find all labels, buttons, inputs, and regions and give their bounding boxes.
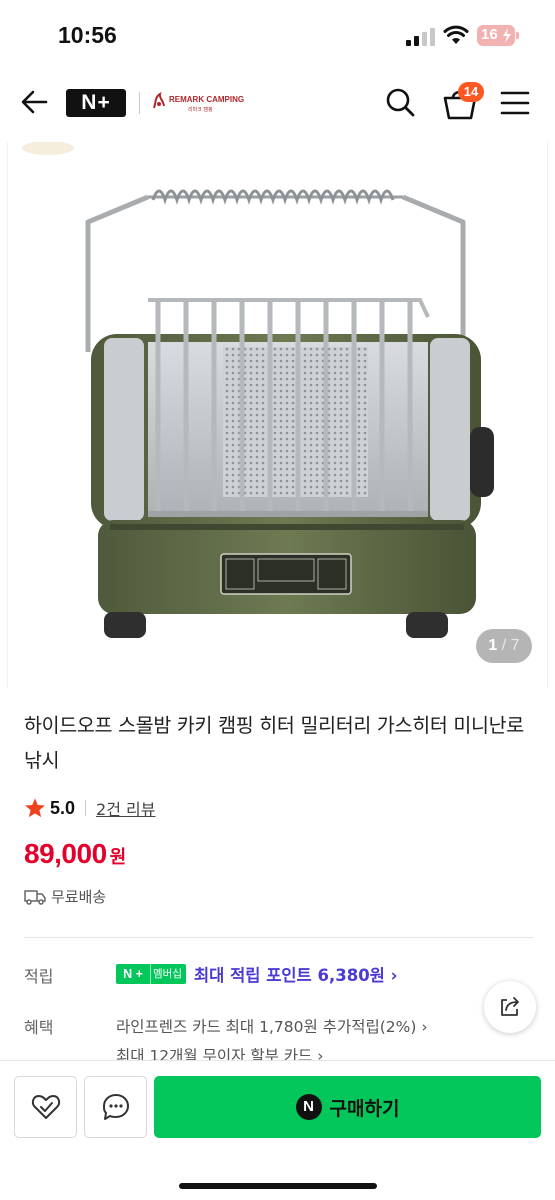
status-time: 10:56: [58, 22, 117, 48]
cart-count-badge: 14: [458, 82, 484, 102]
hamburger-menu-icon[interactable]: [500, 90, 530, 116]
brand-subtitle: 리마크 캠핑: [188, 107, 213, 113]
card-benefit-link[interactable]: 라인프렌즈 카드 최대 1,780원 추가적립(2%) ›: [116, 1015, 428, 1037]
membership-points[interactable]: N + 멤버십 최대 적립 포인트 6,380원 ›: [116, 962, 397, 986]
status-bar: 10:56 16: [0, 0, 555, 70]
npay-icon: N: [295, 1094, 322, 1120]
shipping-info: 무료배송: [24, 886, 106, 907]
benefit-label: 혜택: [24, 1018, 54, 1037]
nplus-badge: N +: [116, 964, 150, 984]
brand-name: REMARK CAMPING: [169, 95, 245, 104]
max-points-link[interactable]: 최대 적립 포인트 6,380원 ›: [194, 962, 397, 986]
image-page-separator: /: [497, 637, 511, 654]
review-count-link[interactable]: 2건 리뷰: [96, 796, 155, 820]
share-icon: [501, 997, 519, 1016]
membership-tag: 멤버십: [150, 964, 186, 984]
battery-icon: 16: [477, 25, 519, 46]
nplus-store-logo[interactable]: N+: [66, 89, 126, 117]
shipping-text: 무료배송: [51, 888, 107, 906]
battery-level: 16: [481, 26, 498, 43]
heart-check-icon: [31, 1095, 61, 1119]
wifi-icon: [443, 25, 469, 44]
buy-label: 구매하기: [329, 1097, 400, 1120]
logo-divider: [139, 92, 140, 114]
product-title: 하이드오프 스몰밤 카키 캠핑 히터 밀리터리 가스히터 미니난로 낚시: [24, 714, 524, 772]
product-image-gallery[interactable]: [7, 142, 548, 689]
bottom-action-bar: N 구매하기: [0, 1060, 555, 1200]
wishlist-button[interactable]: [14, 1076, 77, 1138]
search-icon[interactable]: [384, 86, 416, 118]
buy-button[interactable]: N 구매하기: [154, 1076, 541, 1138]
brand-mark-icon: [153, 92, 165, 109]
star-icon: [25, 798, 45, 818]
image-current-page: 1: [488, 637, 498, 654]
image-page-indicator: 1 / 7: [476, 629, 532, 663]
share-button[interactable]: [484, 981, 536, 1033]
image-total-pages: 7: [510, 637, 520, 654]
back-arrow-icon[interactable]: [18, 86, 50, 118]
chat-bubble-icon: [103, 1094, 129, 1120]
top-navigation: N+ REMARK CAMPING 리마크 캠핑 14: [0, 70, 555, 136]
product-image: [22, 142, 494, 638]
home-indicator[interactable]: [179, 1183, 377, 1189]
points-label: 적립: [24, 967, 54, 986]
brand-logo[interactable]: REMARK CAMPING 리마크 캠핑: [152, 91, 250, 117]
section-divider: [24, 937, 533, 938]
rating-divider: [85, 800, 87, 816]
price-amount: 89,000: [24, 838, 107, 869]
talk-talk-button[interactable]: [84, 1076, 147, 1138]
rating-value: 5.0: [50, 797, 76, 818]
product-price: 89,000 원: [24, 838, 126, 870]
cellular-signal-icon: [406, 28, 436, 46]
product-rating: 5.0 2건 리뷰: [24, 794, 155, 822]
price-unit: 원: [109, 847, 127, 868]
truck-icon: [24, 889, 46, 905]
